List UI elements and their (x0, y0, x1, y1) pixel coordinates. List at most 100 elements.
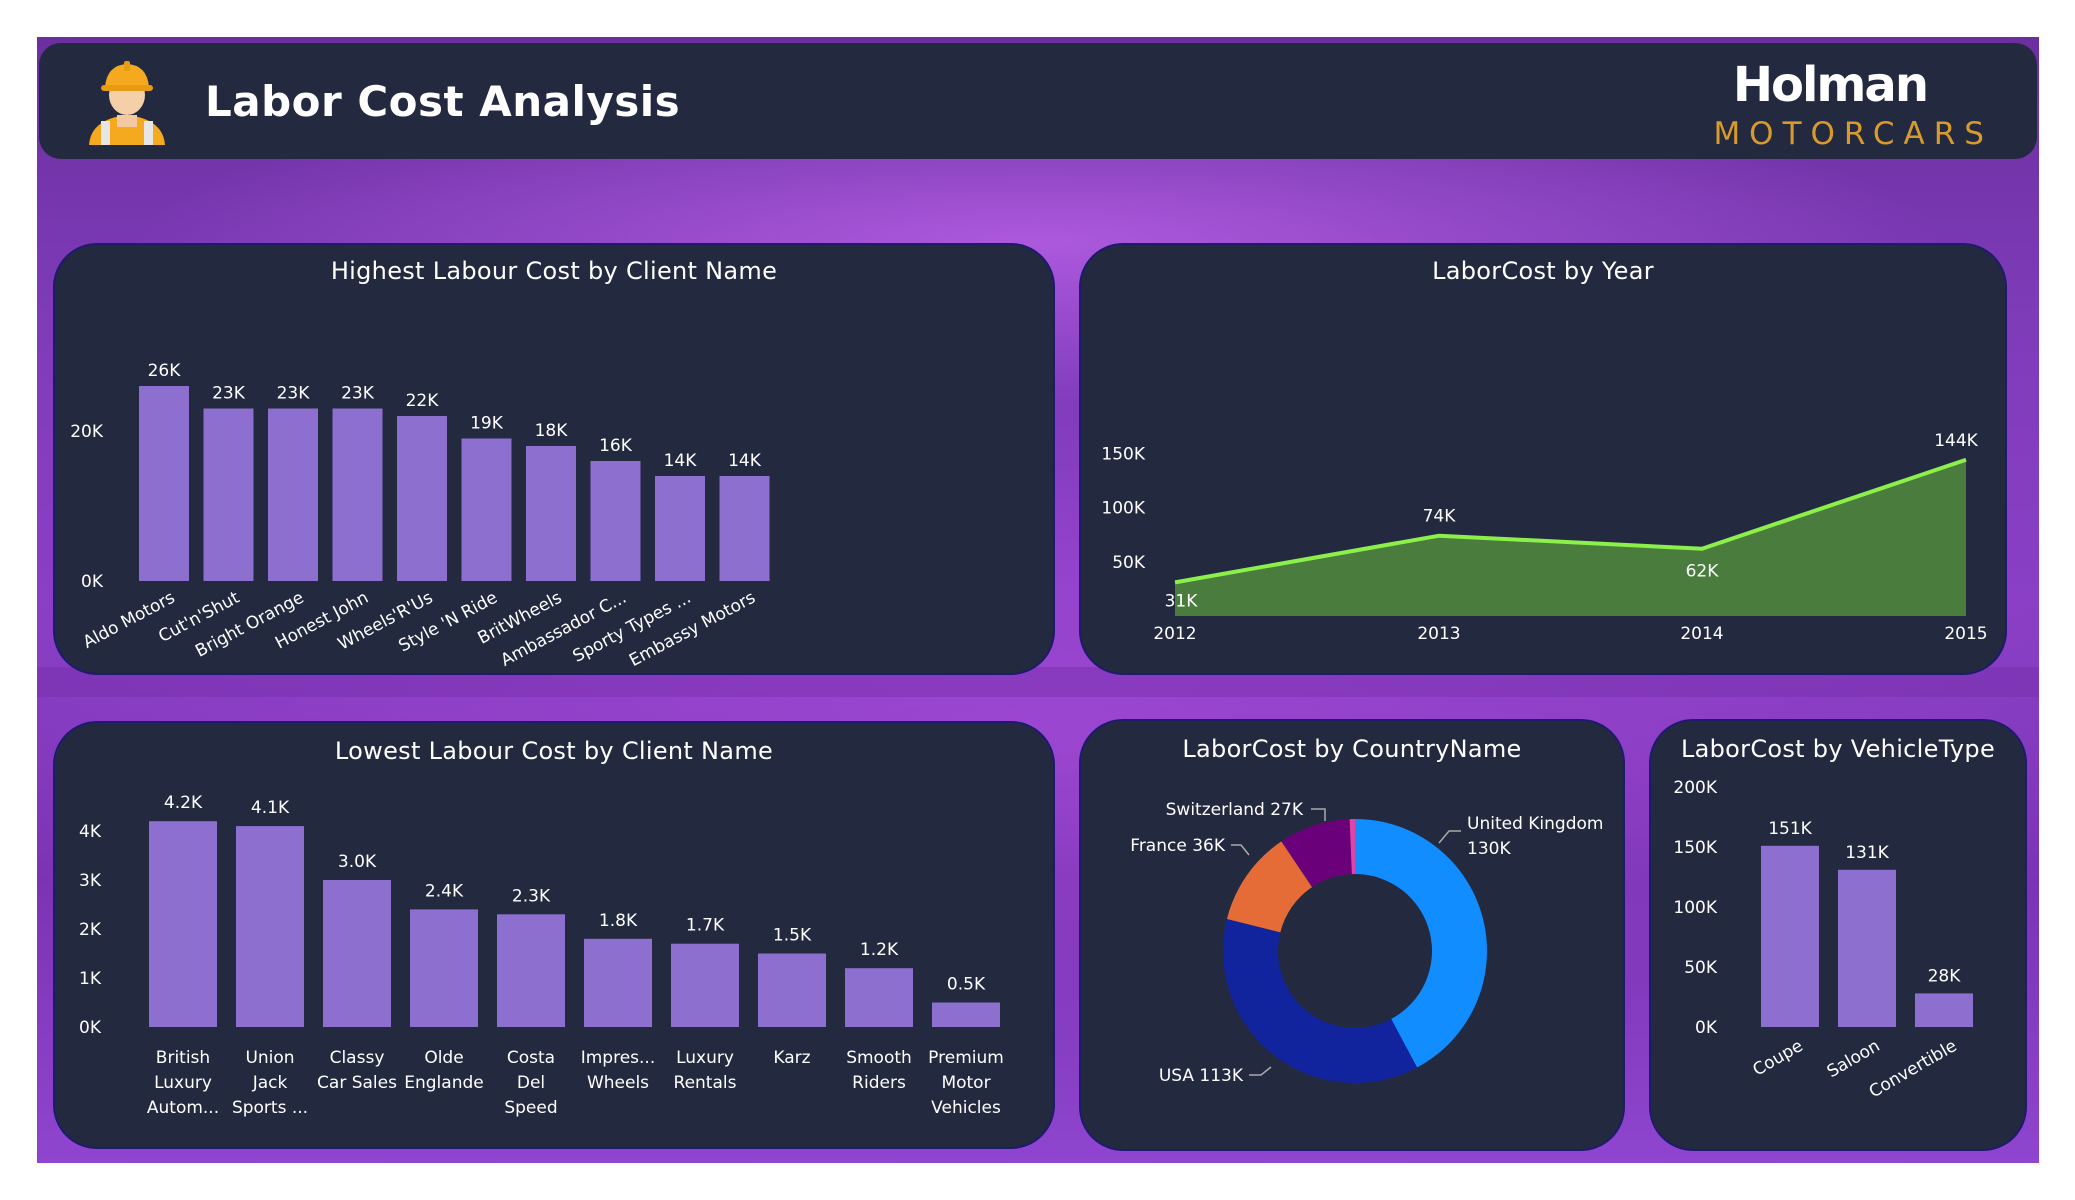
x-tick-label: Coupe (1749, 1036, 1806, 1080)
bar (932, 1002, 1000, 1027)
x-tick-label: Karz (773, 1048, 810, 1068)
slice-label: USA 113K (1159, 1066, 1244, 1086)
x-tick-label: Wheels (587, 1073, 649, 1093)
bar (1761, 845, 1819, 1027)
x-tick-label: Costa (507, 1048, 555, 1068)
slice-label: 130K (1467, 839, 1511, 859)
bar (461, 438, 512, 581)
leader-line (1249, 1066, 1272, 1076)
x-tick-label: Jack (252, 1073, 288, 1093)
y-tick-label: 1K (79, 969, 102, 989)
x-tick-label: 2012 (1153, 624, 1196, 644)
brand-logo-subtitle: MOTORCARS (1713, 116, 1993, 152)
data-label: 23K (212, 384, 246, 404)
bar (655, 476, 705, 581)
x-tick-label: Luxury (676, 1048, 734, 1068)
slice-label: France 36K (1130, 836, 1226, 856)
data-label: 74K (1423, 507, 1457, 527)
x-tick-label: Classy (330, 1048, 385, 1068)
x-tick-label: Englande (404, 1073, 483, 1093)
x-tick-label: Saloon (1824, 1036, 1884, 1082)
x-tick-label: Speed (504, 1098, 557, 1118)
bar (719, 476, 770, 581)
data-label: 19K (470, 414, 504, 434)
x-tick-label: Rentals (674, 1073, 737, 1093)
bar (1838, 869, 1896, 1027)
data-label: 18K (535, 421, 569, 441)
data-label: 31K (1165, 591, 1199, 611)
data-label: 28K (1928, 966, 1962, 986)
y-tick-label: 150K (1101, 444, 1145, 464)
data-label: 62K (1686, 562, 1720, 582)
leader-line (1231, 844, 1250, 856)
x-tick-label: Motor (941, 1073, 990, 1093)
data-label: 2.3K (512, 886, 551, 906)
lowest-labour-cost-card: Lowest Labour Cost by Client Name 4K 3K 2K… (53, 721, 1055, 1149)
bar (203, 408, 254, 581)
bar (410, 909, 478, 1027)
year-chart-svg: 150K 100K 50K 31K 2012 74K 2013 62K 2014 144K 2015 (1101, 431, 1987, 644)
x-tick-label: 2015 (1944, 624, 1987, 644)
x-tick-label: Vehicles (931, 1098, 1001, 1118)
y-tick-label: 4K (79, 822, 102, 842)
x-tick-label: Bright Orange (192, 588, 307, 662)
data-label: 1.7K (686, 916, 725, 936)
y-tick-label: 100K (1101, 499, 1145, 519)
data-label: 1.8K (599, 911, 638, 931)
x-tick-label: Riders (852, 1073, 906, 1093)
brand-logo-name: Holman (1732, 57, 1929, 113)
x-tick-label: Impres... (581, 1048, 656, 1068)
y-tick-label: 2K (79, 920, 102, 940)
page-title: Labor Cost Analysis (205, 77, 681, 126)
bar (758, 953, 826, 1027)
data-label: 151K (1768, 819, 1812, 839)
x-tick-label: 2013 (1417, 624, 1460, 644)
x-tick-label: Premium (928, 1048, 1004, 1068)
y-tick-label: 20K (70, 422, 104, 442)
data-label: 16K (599, 436, 633, 456)
bar (268, 408, 318, 581)
data-label: 23K (277, 384, 311, 404)
y-tick-label: 200K (1673, 778, 1717, 798)
dashboard-canvas: Labor Cost Analysis Holman MOTORCARS Hig… (37, 37, 2039, 1163)
leader-line (1438, 830, 1461, 844)
data-label: 4.1K (251, 798, 290, 818)
highest-chart-svg: 20K0K26KAldo Motors23KCut'n'Shut23KBrigh… (70, 361, 770, 671)
x-tick-label: 2014 (1680, 624, 1723, 644)
x-tick-label: Convertible (1866, 1036, 1961, 1102)
x-tick-label: Smooth (846, 1048, 912, 1068)
slice-label: Switzerland 27K (1166, 800, 1304, 820)
data-label: 0.5K (947, 975, 986, 995)
laborcost-by-vehicle-card: LaborCost by VehicleType 200K 150K 100K 50K… (1649, 719, 2027, 1151)
y-tick-label: 50K (1112, 553, 1146, 573)
leader-line (1311, 808, 1326, 821)
lowest-chart-svg: 4K 3K 2K 1K 0K 4.2K British Luxury Autom... 4.1K U… (79, 793, 1004, 1118)
data-label: 26K (148, 361, 182, 381)
x-tick-label: Autom... (147, 1098, 219, 1118)
y-tick-label: 0K (79, 1018, 102, 1038)
x-tick-label: Sports ... (232, 1098, 308, 1118)
data-label: 14K (728, 451, 762, 471)
bar (149, 821, 217, 1027)
vehicle-chart-svg: 200K 150K 100K 50K 0K 151K Coupe 131K Saloon 28K C… (1673, 778, 1973, 1102)
x-tick-label: Luxury (154, 1073, 212, 1093)
construction-worker-icon (89, 61, 165, 145)
bar (590, 461, 641, 581)
data-label: 2.4K (425, 881, 464, 901)
laborcost-by-country-card: LaborCost by CountryName United Kingdom 1… (1079, 719, 1625, 1151)
x-tick-label: Union (245, 1048, 294, 1068)
area-fill (1175, 459, 1966, 616)
bar (1915, 993, 1973, 1027)
y-tick-label: 3K (79, 871, 102, 891)
highest-labour-cost-card: Highest Labour Cost by Client Name 20K 0K… (53, 243, 1055, 675)
slice-label: United Kingdom (1467, 814, 1603, 834)
x-tick-label: Olde (424, 1048, 463, 1068)
country-chart-svg: United Kingdom 130K USA 113K France 36K Swit… (1130, 800, 1603, 1086)
y-tick-label: 0K (81, 572, 104, 592)
data-label: 144K (1934, 431, 1978, 451)
y-tick-label: 50K (1684, 958, 1718, 978)
data-label: 3.0K (338, 852, 377, 872)
data-label: 14K (664, 451, 698, 471)
bar (584, 938, 652, 1027)
bar (236, 826, 304, 1027)
